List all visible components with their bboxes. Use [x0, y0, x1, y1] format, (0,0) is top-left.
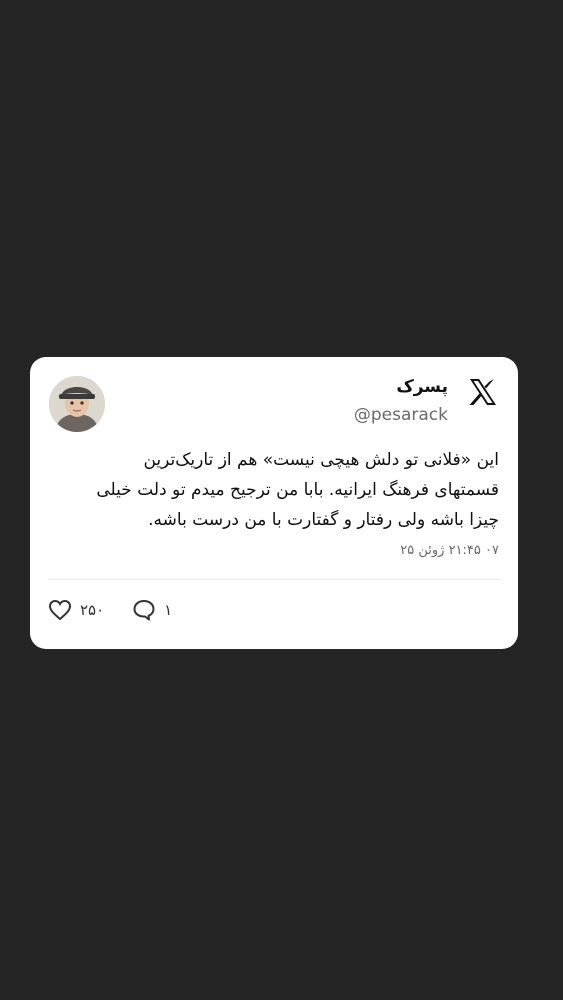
tweet-text: این «فلانی تو دلش هیچی نیست» هم از تاریک… — [96, 450, 499, 530]
tweet-card[interactable]: پسرک @pesarack این «فلانی تو دلش هیچی نی… — [30, 357, 518, 649]
x-logo-icon — [469, 379, 496, 405]
reply-count: ۱ — [164, 601, 173, 619]
divider — [48, 579, 500, 580]
avatar-image — [49, 376, 105, 432]
avatar[interactable] — [49, 376, 105, 432]
like-button[interactable]: ۲۵۰ — [48, 599, 104, 621]
tweet-timestamp[interactable]: ۰۷ ۲۱:۴۵ ژوئن ۲۵ — [400, 543, 499, 558]
reply-button[interactable]: ۱ — [132, 599, 172, 621]
tweet-actions: ۲۵۰ ۱ — [48, 599, 172, 621]
heart-icon — [48, 599, 72, 621]
like-count: ۲۵۰ — [80, 601, 105, 619]
speech-bubble-icon — [133, 600, 155, 621]
display-name[interactable]: پسرک — [396, 377, 448, 397]
user-handle[interactable]: @pesarack — [354, 405, 448, 425]
